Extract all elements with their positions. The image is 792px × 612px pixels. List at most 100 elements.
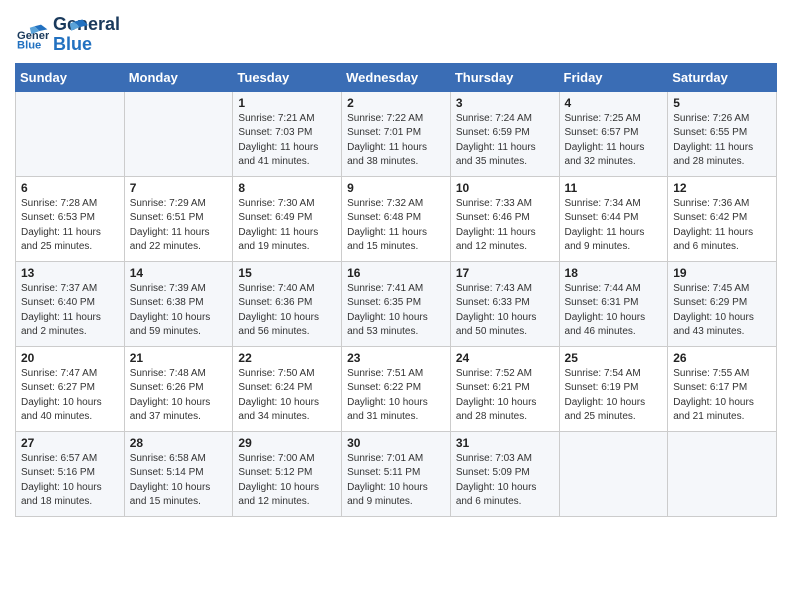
cell-content: Sunrise: 7:34 AMSunset: 6:44 PMDaylight:… (565, 197, 663, 255)
day-number: 25 (565, 351, 663, 365)
cell-content: Sunrise: 7:39 AMSunset: 6:38 PMDaylight:… (130, 282, 228, 340)
calendar-cell: 24 Sunrise: 7:52 AMSunset: 6:21 PMDayligh… (450, 346, 559, 431)
calendar-cell: 23 Sunrise: 7:51 AMSunset: 6:22 PMDayligh… (342, 346, 451, 431)
week-row-4: 20 Sunrise: 7:47 AMSunset: 6:27 PMDayligh… (16, 346, 777, 431)
day-number: 29 (238, 436, 336, 450)
cell-content: Sunrise: 7:01 AMSunset: 5:11 PMDaylight:… (347, 452, 445, 510)
day-number: 21 (130, 351, 228, 365)
calendar-cell: 18 Sunrise: 7:44 AMSunset: 6:31 PMDayligh… (559, 261, 668, 346)
cell-content: Sunrise: 7:25 AMSunset: 6:57 PMDaylight:… (565, 112, 663, 170)
cell-content: Sunrise: 6:58 AMSunset: 5:14 PMDaylight:… (130, 452, 228, 510)
day-number: 11 (565, 181, 663, 195)
day-number: 3 (456, 96, 554, 110)
cell-content: Sunrise: 7:45 AMSunset: 6:29 PMDaylight:… (673, 282, 771, 340)
header-day-thursday: Thursday (450, 63, 559, 91)
cell-content: Sunrise: 7:28 AMSunset: 6:53 PMDaylight:… (21, 197, 119, 255)
cell-content: Sunrise: 7:03 AMSunset: 5:09 PMDaylight:… (456, 452, 554, 510)
calendar-cell: 15Sunrise: 7:40 AMSunset: 6:36 PMDayligh… (233, 261, 342, 346)
cell-content: Sunrise: 7:30 AMSunset: 6:49 PMDaylight:… (238, 197, 336, 255)
calendar-cell: 7 Sunrise: 7:29 AMSunset: 6:51 PMDaylight… (124, 176, 233, 261)
day-number: 19 (673, 266, 771, 280)
header-day-monday: Monday (124, 63, 233, 91)
calendar-cell: 29 Sunrise: 7:00 AMSunset: 5:12 PMDayligh… (233, 431, 342, 516)
cell-content: Sunrise: 7:32 AMSunset: 6:48 PMDaylight:… (347, 197, 445, 255)
day-number: 4 (565, 96, 663, 110)
calendar-cell (124, 91, 233, 176)
calendar-cell: 21 Sunrise: 7:48 AMSunset: 6:26 PMDayligh… (124, 346, 233, 431)
cell-content: Sunrise: 7:26 AMSunset: 6:55 PMDaylight:… (673, 112, 771, 170)
day-number: 22 (238, 351, 336, 365)
calendar-cell: 8 Sunrise: 7:30 AMSunset: 6:49 PMDaylight… (233, 176, 342, 261)
calendar-cell: 31 Sunrise: 7:03 AMSunset: 5:09 PMDayligh… (450, 431, 559, 516)
cell-content: Sunrise: 7:50 AMSunset: 6:24 PMDaylight:… (238, 367, 336, 425)
calendar-cell: 27 Sunrise: 6:57 AMSunset: 5:16 PMDayligh… (16, 431, 125, 516)
calendar-cell: 9 Sunrise: 7:32 AMSunset: 6:48 PMDaylight… (342, 176, 451, 261)
calendar-cell: 19 Sunrise: 7:45 AMSunset: 6:29 PMDayligh… (668, 261, 777, 346)
day-number: 20 (21, 351, 119, 365)
day-number: 18 (565, 266, 663, 280)
cell-content: Sunrise: 7:22 AMSunset: 7:01 PMDaylight:… (347, 112, 445, 170)
calendar-cell: 13 Sunrise: 7:37 AMSunset: 6:40 PMDayligh… (16, 261, 125, 346)
header-day-wednesday: Wednesday (342, 63, 451, 91)
page-header: General Blue General Blue (15, 15, 777, 55)
cell-content: Sunrise: 7:44 AMSunset: 6:31 PMDaylight:… (565, 282, 663, 340)
calendar-cell: 2 Sunrise: 7:22 AMSunset: 7:01 PMDaylight… (342, 91, 451, 176)
calendar-cell (559, 431, 668, 516)
logo-icon: General Blue (17, 21, 49, 49)
day-number: 28 (130, 436, 228, 450)
cell-content: Sunrise: 7:43 AMSunset: 6:33 PMDaylight:… (456, 282, 554, 340)
svg-text:Blue: Blue (17, 39, 41, 48)
day-number: 9 (347, 181, 445, 195)
cell-content: Sunrise: 6:57 AMSunset: 5:16 PMDaylight:… (21, 452, 119, 510)
day-number: 16 (347, 266, 445, 280)
day-number: 31 (456, 436, 554, 450)
calendar-cell: 14Sunrise: 7:39 AMSunset: 6:38 PMDayligh… (124, 261, 233, 346)
calendar-cell: 5Sunrise: 7:26 AMSunset: 6:55 PMDaylight… (668, 91, 777, 176)
day-number: 7 (130, 181, 228, 195)
calendar-cell: 17 Sunrise: 7:43 AMSunset: 6:33 PMDayligh… (450, 261, 559, 346)
day-number: 23 (347, 351, 445, 365)
cell-content: Sunrise: 7:00 AMSunset: 5:12 PMDaylight:… (238, 452, 336, 510)
logo: General Blue General Blue (15, 15, 105, 55)
week-row-2: 6 Sunrise: 7:28 AMSunset: 6:53 PMDaylight… (16, 176, 777, 261)
calendar-cell: 30Sunrise: 7:01 AMSunset: 5:11 PMDayligh… (342, 431, 451, 516)
calendar-cell: 28 Sunrise: 6:58 AMSunset: 5:14 PMDayligh… (124, 431, 233, 516)
header-row: SundayMondayTuesdayWednesdayThursdayFrid… (16, 63, 777, 91)
calendar-cell: 25 Sunrise: 7:54 AMSunset: 6:19 PMDayligh… (559, 346, 668, 431)
cell-content: Sunrise: 7:40 AMSunset: 6:36 PMDaylight:… (238, 282, 336, 340)
calendar-cell: 1Sunrise: 7:21 AMSunset: 7:03 PMDaylight… (233, 91, 342, 176)
cell-content: Sunrise: 7:48 AMSunset: 6:26 PMDaylight:… (130, 367, 228, 425)
week-row-1: 1Sunrise: 7:21 AMSunset: 7:03 PMDaylight… (16, 91, 777, 176)
cell-content: Sunrise: 7:36 AMSunset: 6:42 PMDaylight:… (673, 197, 771, 255)
bird-icon (60, 16, 88, 44)
cell-content: Sunrise: 7:37 AMSunset: 6:40 PMDaylight:… (21, 282, 119, 340)
header-day-sunday: Sunday (16, 63, 125, 91)
calendar-cell (668, 431, 777, 516)
header-day-friday: Friday (559, 63, 668, 91)
calendar-cell: 20 Sunrise: 7:47 AMSunset: 6:27 PMDayligh… (16, 346, 125, 431)
calendar-cell: 10Sunrise: 7:33 AMSunset: 6:46 PMDayligh… (450, 176, 559, 261)
header-day-saturday: Saturday (668, 63, 777, 91)
calendar-cell: 11 Sunrise: 7:34 AMSunset: 6:44 PMDayligh… (559, 176, 668, 261)
header-day-tuesday: Tuesday (233, 63, 342, 91)
day-number: 6 (21, 181, 119, 195)
cell-content: Sunrise: 7:55 AMSunset: 6:17 PMDaylight:… (673, 367, 771, 425)
cell-content: Sunrise: 7:24 AMSunset: 6:59 PMDaylight:… (456, 112, 554, 170)
day-number: 17 (456, 266, 554, 280)
day-number: 8 (238, 181, 336, 195)
calendar-cell: 6 Sunrise: 7:28 AMSunset: 6:53 PMDaylight… (16, 176, 125, 261)
day-number: 12 (673, 181, 771, 195)
cell-content: Sunrise: 7:52 AMSunset: 6:21 PMDaylight:… (456, 367, 554, 425)
cell-content: Sunrise: 7:51 AMSunset: 6:22 PMDaylight:… (347, 367, 445, 425)
calendar-cell (16, 91, 125, 176)
day-number: 27 (21, 436, 119, 450)
day-number: 26 (673, 351, 771, 365)
day-number: 2 (347, 96, 445, 110)
calendar-cell: 3 Sunrise: 7:24 AMSunset: 6:59 PMDaylight… (450, 91, 559, 176)
day-number: 13 (21, 266, 119, 280)
calendar-table: SundayMondayTuesdayWednesdayThursdayFrid… (15, 63, 777, 517)
cell-content: Sunrise: 7:54 AMSunset: 6:19 PMDaylight:… (565, 367, 663, 425)
day-number: 24 (456, 351, 554, 365)
cell-content: Sunrise: 7:47 AMSunset: 6:27 PMDaylight:… (21, 367, 119, 425)
cell-content: Sunrise: 7:29 AMSunset: 6:51 PMDaylight:… (130, 197, 228, 255)
